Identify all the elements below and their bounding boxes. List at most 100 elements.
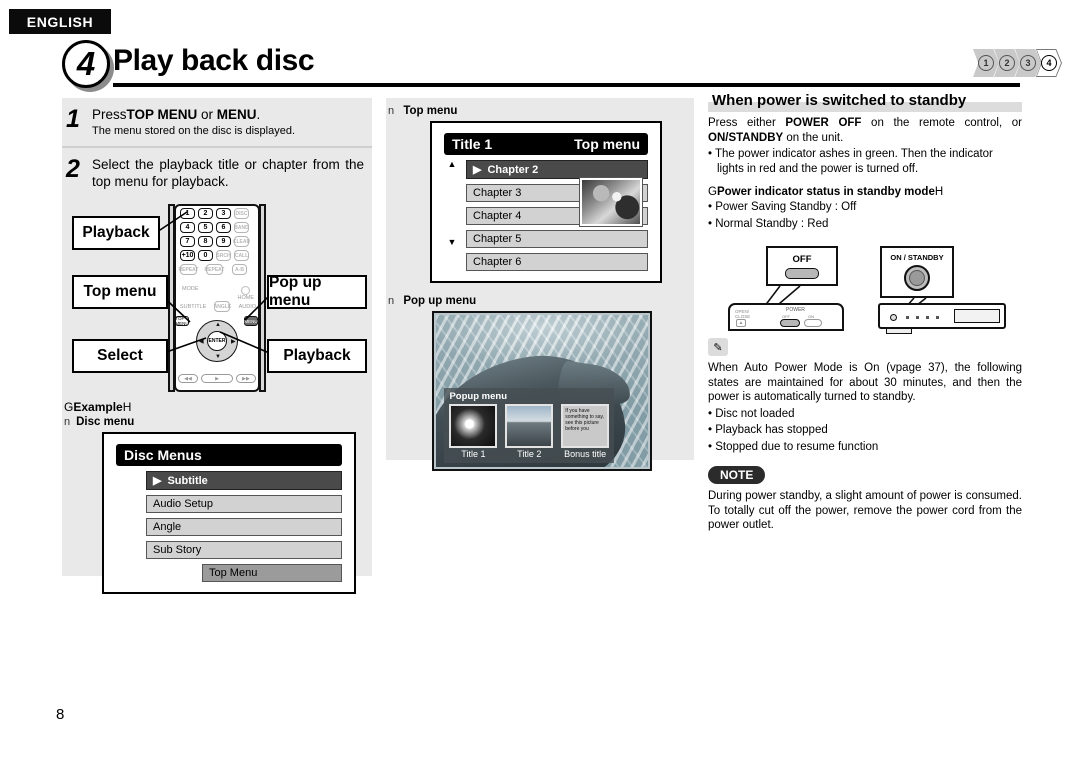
standby-instruction-c: on the remote control, or: [861, 117, 1023, 129]
chapter-chip-4[interactable]: 4: [1036, 49, 1062, 77]
step-1-prefix: Press: [92, 107, 127, 122]
standby-section-heading: When power is switched to standby: [708, 90, 1022, 112]
standby-instruction-on-standby: ON/STANDBY: [708, 131, 784, 144]
top-menu-osd-title-left: Title 1: [452, 136, 493, 152]
tip-pencil-icon: ✎: [708, 338, 728, 356]
popup-menu-bar: Popup menu Title 1 Title 2 If you have s…: [444, 388, 615, 463]
step-1-suffix: .: [256, 107, 261, 122]
popup-thumb-title-1[interactable]: Title 1: [449, 404, 498, 459]
step-1-instruction: PressTOP MENU or MENU.: [92, 106, 364, 123]
top-menu-osd-title-right: Top menu: [574, 136, 640, 152]
off-button-callout: OFF: [766, 246, 838, 286]
standby-instruction: Press either POWER OFF on the remote con…: [708, 116, 1022, 145]
disc-menu-item-subtitle[interactable]: ▶ Subtitle: [146, 471, 342, 490]
right-column: When power is switched to standby Press …: [708, 90, 1022, 533]
scroll-down-icon[interactable]: ▼: [448, 237, 457, 247]
chapter-number-badge: 4: [62, 40, 110, 88]
dolphin-photo: Popup menu Title 1 Title 2 If you have s…: [436, 315, 648, 467]
callout-pop-up-menu: Pop up menu: [267, 274, 367, 309]
device-illustrations: OFF OPEN/CLOSE ▲ POWER OFF ON ON / STAND…: [708, 243, 1022, 334]
disc-menu-item-sub-story[interactable]: Sub Story: [146, 541, 342, 559]
standby-instruction-power-off: POWER OFF: [785, 117, 862, 129]
auto-power-tip-bullet-2: • Playback has stopped: [708, 424, 828, 436]
top-menu-scroll-indicators: ▲ ▼: [444, 155, 460, 247]
disc-menu-osd: Disc Menus ▶ Subtitle Audio Setup Angle …: [102, 432, 356, 594]
step-1-bold-menu: MENU: [216, 107, 257, 122]
top-menu-heading-text: Top menu: [403, 105, 458, 117]
top-menu-preview-thumbnail: [580, 178, 642, 226]
popup-thumb-bonus-title-text: If you have something to say, see this p…: [561, 404, 610, 448]
pop-up-menu-osd: Popup menu Title 1 Title 2 If you have s…: [432, 311, 652, 471]
step-1: 1 PressTOP MENU or MENU. The menu stored…: [62, 98, 372, 146]
step-1-mid: or: [197, 107, 217, 122]
step-2-number: 2: [66, 155, 80, 183]
left-column: 1 PressTOP MENU or MENU. The menu stored…: [62, 98, 372, 594]
popup-thumb-title-2-caption: Title 2: [517, 449, 542, 459]
example-bracket-close: H: [122, 400, 132, 414]
middle-column: n Top menu Title 1 Top menu ▲ ▼ ▶ Chapte…: [386, 98, 694, 471]
top-menu-item-chapter-6[interactable]: Chapter 6: [466, 253, 648, 271]
off-button-callout-label: OFF: [792, 253, 812, 265]
popup-thumb-bonus-title-caption: Bonus title: [564, 449, 607, 459]
popup-thumb-title-2[interactable]: Title 2: [505, 404, 554, 459]
note-badge: NOTE: [708, 466, 766, 484]
page-number: 8: [56, 706, 65, 723]
example-bracket-open: G: [64, 400, 74, 414]
remote-control-illustration: 1 2 3 DISC 4 5 6 BAND 7 8 9 CLEAR +10 0 …: [62, 198, 372, 396]
step-2: 2 Select the playback title or chapter f…: [62, 146, 372, 198]
popup-thumb-bonus-title[interactable]: If you have something to say, see this p…: [561, 404, 610, 459]
standby-instruction-e: on the unit.: [783, 131, 844, 144]
chapter-chips: 1 2 3 4: [973, 48, 1062, 78]
scroll-up-icon[interactable]: ▲: [448, 159, 457, 169]
indicator-status-heading-text: Power indicator status in standby mode: [716, 186, 935, 198]
remote-bottom-graphic: OPEN/CLOSE ▲ POWER OFF ON: [728, 303, 844, 331]
indicator-status-bracket-open: G: [708, 186, 717, 198]
on-standby-button-shape: [904, 265, 930, 291]
example-label-text: Example: [73, 400, 123, 414]
pop-up-menu-heading-marker: n: [388, 295, 395, 307]
top-menu-osd: Title 1 Top menu ▲ ▼ ▶ Chapter 2 Chapter…: [430, 121, 662, 283]
on-standby-callout: ON / STANDBY: [880, 246, 954, 298]
indicator-status-bracket-close: H: [934, 186, 944, 198]
disc-menu-item-audio-setup[interactable]: Audio Setup: [146, 495, 342, 513]
chapter-chip-2-label: 2: [999, 55, 1015, 71]
example-label: GExampleH: [64, 400, 372, 414]
unit-standby-indicator: [890, 314, 897, 321]
top-menu-item-chapter-2[interactable]: ▶ Chapter 2: [466, 160, 648, 179]
step-2-instruction: Select the playback title or chapter fro…: [92, 157, 364, 189]
callout-select: Select: [72, 339, 168, 373]
chapter-chip-3-label: 3: [1020, 55, 1036, 71]
disc-menu-item-subtitle-label: Subtitle: [167, 474, 208, 487]
remote-power-on-key[interactable]: [804, 319, 822, 327]
step-1-number: 1: [66, 105, 80, 133]
disc-menu-heading-text: Disc menu: [76, 416, 135, 428]
indicator-status-bullet-2: • Normal Standby : Red: [708, 217, 829, 230]
callout-playback-top: Playback: [72, 216, 160, 250]
popup-thumb-title-2-image: [505, 404, 554, 448]
auto-power-tip-bullet-1: • Disc not loaded: [708, 407, 795, 420]
disc-menu-item-top-menu[interactable]: Top Menu: [202, 564, 342, 582]
callout-top-menu: Top menu: [72, 275, 168, 309]
top-menu-item-chapter-5[interactable]: Chapter 5: [466, 230, 648, 248]
indicator-status-bullet-1: • Power Saving Standby : Off: [708, 201, 857, 213]
step-1-bold-top-menu: TOP MENU: [126, 107, 198, 122]
on-standby-callout-label: ON / STANDBY: [890, 253, 944, 262]
top-menu-heading: n Top menu: [388, 100, 694, 117]
step-1-note: The menu stored on the disc is displayed…: [92, 125, 296, 137]
callout-playback-bottom: Playback: [267, 339, 367, 373]
off-button-shape: [785, 267, 819, 279]
popup-thumb-title-1-image: [449, 404, 498, 448]
page-title: Play back disc: [113, 44, 315, 77]
language-tab: ENGLISH: [9, 9, 111, 34]
disc-menu-osd-title-text: Disc Menus: [124, 447, 202, 463]
auto-power-tip-bullet-3: • Stopped due to resume function: [708, 440, 879, 453]
remote-power-off-key[interactable]: [780, 319, 800, 327]
disc-menu-heading-marker: n: [64, 416, 71, 428]
title-underline: [113, 83, 1020, 87]
manual-page: ENGLISH 4 Play back disc 1 2 3 4 1 Press…: [0, 0, 1080, 769]
disc-menu-item-angle[interactable]: Angle: [146, 518, 342, 536]
pop-up-menu-heading-text: Pop up menu: [403, 295, 477, 307]
auto-power-tip-text: When Auto Power Mode is On (vpage 37), t…: [708, 362, 1022, 403]
chapter-chip-1-label: 1: [978, 55, 994, 71]
standby-instruction-a: Press either: [708, 117, 786, 129]
